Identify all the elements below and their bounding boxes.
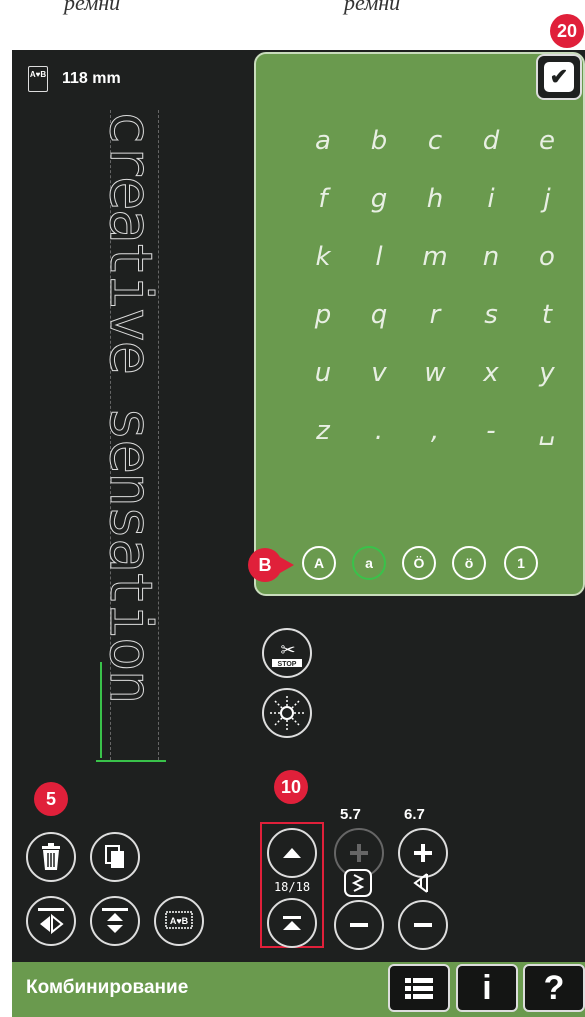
width-decrease-button[interactable]	[334, 900, 384, 950]
checkmark-icon: ✔	[544, 62, 574, 92]
help-button[interactable]: ?	[523, 964, 585, 1012]
arrow-to-top-icon	[283, 916, 301, 930]
position-up-button[interactable]	[267, 828, 317, 878]
key-period[interactable]: .	[354, 416, 404, 446]
key-r[interactable]: r	[410, 300, 460, 330]
key-s[interactable]: s	[466, 300, 516, 330]
mode-numbers[interactable]: 1	[504, 546, 538, 580]
stitch-length-icon	[409, 870, 435, 901]
mode-uppercase-accent[interactable]: Ö	[402, 546, 436, 580]
position-counter: 18/18	[273, 880, 311, 894]
key-o[interactable]: o	[522, 242, 572, 272]
key-z[interactable]: z	[298, 416, 348, 446]
stitch-width-icon	[343, 868, 373, 903]
confirm-button[interactable]: ✔	[536, 54, 582, 100]
mode-lowercase[interactable]: a	[352, 546, 386, 580]
key-a[interactable]: a	[298, 126, 348, 156]
key-b[interactable]: b	[354, 126, 404, 156]
key-l[interactable]: l	[354, 242, 404, 272]
key-n[interactable]: n	[466, 242, 516, 272]
text-size-label: 118 mm	[62, 70, 121, 87]
callout-5: 5	[34, 782, 68, 816]
mirror-end-button[interactable]	[90, 896, 140, 946]
mirror-side-icon	[38, 908, 64, 935]
list-icon	[405, 978, 433, 999]
mode-title: Комбинирование	[26, 977, 189, 998]
key-y[interactable]: y	[522, 358, 572, 388]
key-u[interactable]: u	[298, 358, 348, 388]
trash-icon	[42, 843, 60, 870]
key-e[interactable]: e	[522, 126, 572, 156]
tie-off-icon	[270, 696, 304, 730]
key-q[interactable]: q	[354, 300, 404, 330]
key-t[interactable]: t	[522, 300, 572, 330]
key-dash[interactable]: -	[466, 416, 516, 446]
callout-b: B	[248, 548, 282, 582]
key-comma[interactable]: ,	[410, 416, 460, 446]
scissors-stop-icon: ✂ STOP	[272, 640, 302, 668]
key-k[interactable]: k	[298, 242, 348, 272]
text-size-icon: A♥B	[28, 66, 48, 92]
tie-off-button[interactable]	[262, 688, 312, 738]
mirror-side-button[interactable]	[26, 896, 76, 946]
key-c[interactable]: c	[410, 126, 460, 156]
minus-icon	[350, 923, 368, 927]
keyboard-panel: a b c d e f g h i j k l m n o p q r s t …	[254, 52, 585, 596]
arrow-up-icon	[283, 848, 301, 858]
copy-icon	[105, 845, 124, 868]
edit-text-button[interactable]: A♥B	[154, 896, 204, 946]
cut-stop-button[interactable]: ✂ STOP	[262, 628, 312, 678]
key-space[interactable]: ␣	[522, 416, 572, 446]
length-decrease-button[interactable]	[398, 900, 448, 950]
key-v[interactable]: v	[354, 358, 404, 388]
minus-icon	[414, 923, 432, 927]
info-button[interactable]: i	[456, 964, 518, 1012]
text-edit-icon: A♥B	[165, 911, 193, 929]
mirror-end-icon	[102, 908, 128, 933]
top-caption-right: ремни	[344, 0, 401, 15]
callout-20: 20	[550, 14, 584, 48]
key-p[interactable]: p	[298, 300, 348, 330]
key-i[interactable]: i	[466, 184, 516, 214]
svg-text:✂: ✂	[280, 640, 295, 661]
key-w[interactable]: w	[410, 358, 460, 388]
svg-text:A♥B: A♥B	[170, 916, 189, 926]
key-g[interactable]: g	[354, 184, 404, 214]
key-f[interactable]: f	[298, 184, 348, 214]
key-x[interactable]: x	[466, 358, 516, 388]
mode-lowercase-accent[interactable]: ö	[452, 546, 486, 580]
mode-uppercase[interactable]: A	[302, 546, 336, 580]
delete-button[interactable]	[26, 832, 76, 882]
key-m[interactable]: m	[410, 242, 460, 272]
key-h[interactable]: h	[410, 184, 460, 214]
svg-text:STOP: STOP	[278, 661, 297, 668]
stitch-length-value: 6.7	[404, 806, 425, 823]
callout-b-pointer	[280, 557, 294, 573]
callout-10: 10	[274, 770, 308, 804]
key-j[interactable]: j	[522, 184, 572, 214]
preview-text: creative sensation	[97, 110, 166, 704]
stitch-width-value: 5.7	[340, 806, 361, 823]
top-caption-left: ремни	[64, 0, 121, 15]
stitch-preview: creative sensation	[96, 110, 176, 770]
stitch-list-button[interactable]	[388, 964, 450, 1012]
duplicate-button[interactable]	[90, 832, 140, 882]
position-last-button[interactable]	[267, 898, 317, 948]
key-d[interactable]: d	[466, 126, 516, 156]
